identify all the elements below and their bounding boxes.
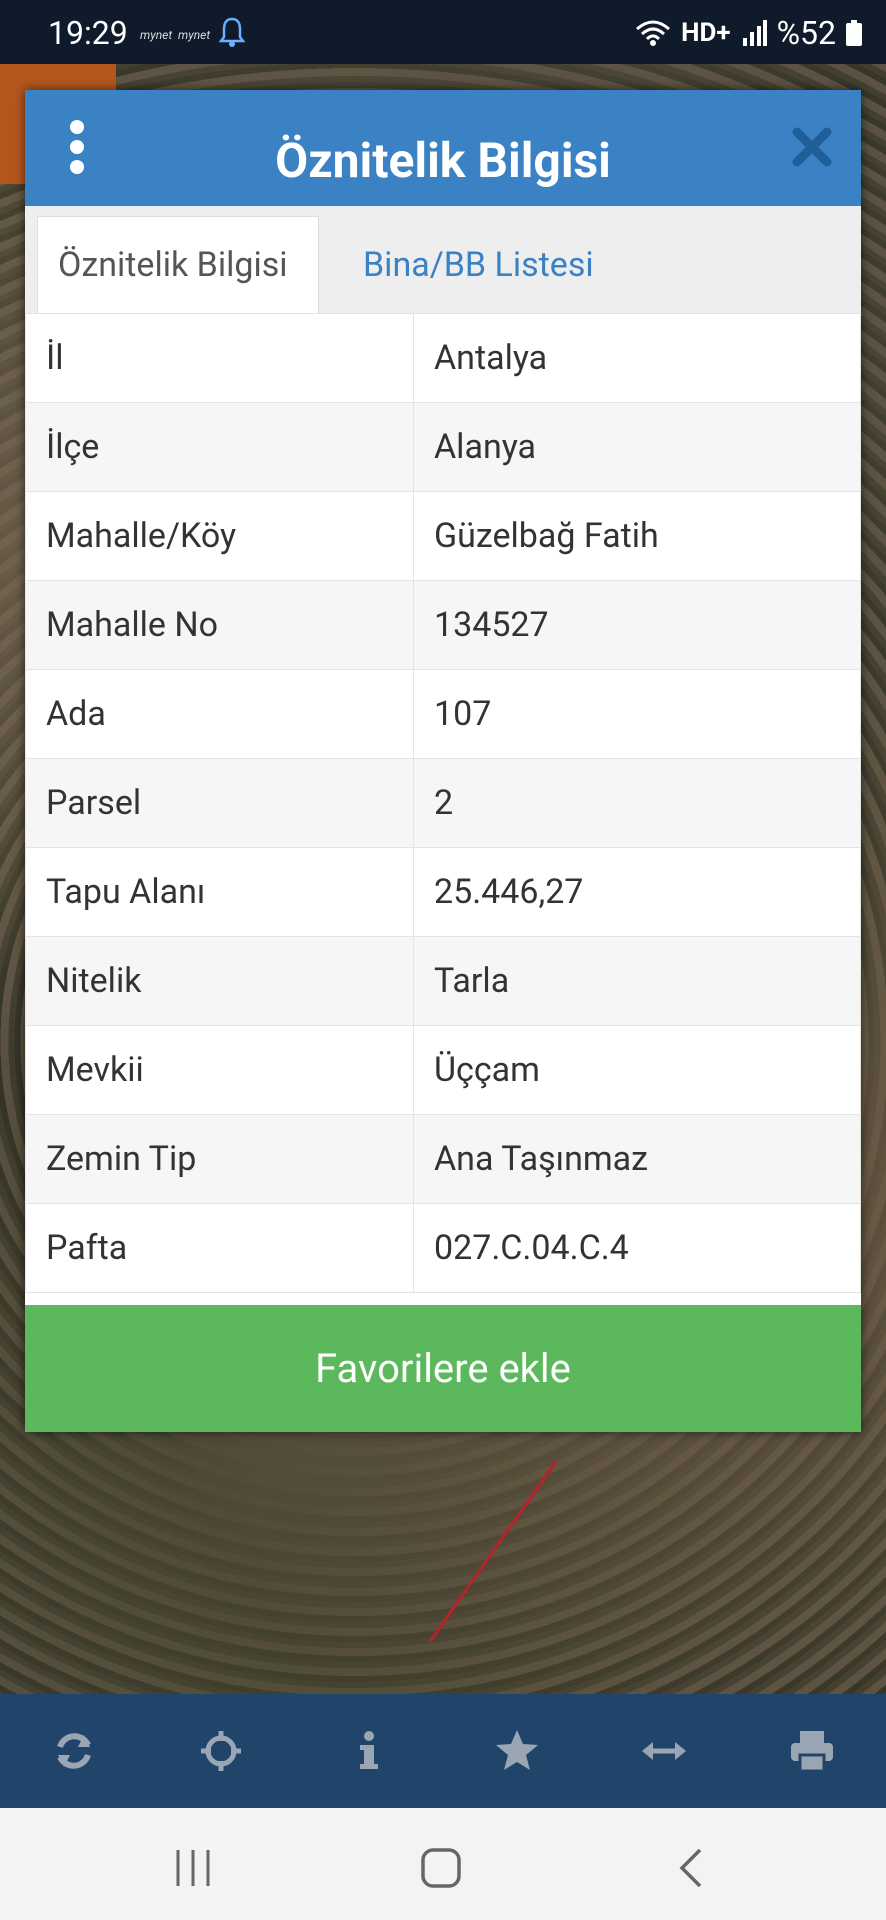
- attribute-info-dialog: Öznitelik Bilgisi Öznitelik Bilgisi Bina…: [25, 90, 861, 1432]
- attribute-value: Alanya: [413, 402, 861, 492]
- attribute-value: 107: [413, 669, 861, 759]
- battery-icon: [846, 20, 862, 46]
- attribute-key: Nitelik: [25, 936, 414, 1026]
- attribute-key: İlçe: [25, 402, 414, 492]
- home-icon[interactable]: [416, 1846, 466, 1890]
- table-row: Zemin Tip Ana Taşınmaz: [25, 1114, 861, 1204]
- dialog-header: Öznitelik Bilgisi: [25, 90, 861, 206]
- table-row: Pafta 027.C.04.C.4: [25, 1203, 861, 1293]
- attribute-key: Mahalle No: [25, 580, 414, 670]
- crosshair-icon[interactable]: [191, 1721, 251, 1781]
- attribute-key: Parsel: [25, 758, 414, 848]
- attribute-value: 134527: [413, 580, 861, 670]
- attribute-key: Mevkii: [25, 1025, 414, 1115]
- table-row: Ada 107: [25, 669, 861, 759]
- attribute-value: Tarla: [413, 936, 861, 1026]
- star-icon[interactable]: [487, 1721, 547, 1781]
- recent-apps-icon[interactable]: [168, 1846, 218, 1890]
- status-bar: 19:29 mynet mynet HD+ %52: [0, 0, 886, 64]
- attribute-key: Ada: [25, 669, 414, 759]
- table-row: Mahalle/Köy Güzelbağ Fatih: [25, 491, 861, 581]
- table-row: Nitelik Tarla: [25, 936, 861, 1026]
- mynet-notification-icon: mynet: [140, 28, 173, 42]
- table-row: İlçe Alanya: [25, 402, 861, 492]
- hd-voice-icon: HD+: [681, 18, 731, 48]
- attribute-table: İl Antalya İlçe Alanya Mahalle/Köy Güzelbağ F…: [25, 313, 861, 1293]
- attribute-value: 2: [413, 758, 861, 848]
- table-row: İl Antalya: [25, 313, 861, 403]
- info-icon[interactable]: [339, 1721, 399, 1781]
- map-toolbar: [0, 1694, 886, 1808]
- attribute-key: Pafta: [25, 1203, 414, 1293]
- signal-icon: [742, 20, 767, 46]
- table-row: Tapu Alanı 25.446,27: [25, 847, 861, 937]
- mynet-notification-icon: mynet: [178, 28, 211, 42]
- battery-percent: %52: [776, 14, 836, 52]
- attribute-value: 25.446,27: [413, 847, 861, 937]
- system-nav-bar: [0, 1808, 886, 1920]
- attribute-key: Mahalle/Köy: [25, 491, 414, 581]
- table-row: Mevkii Üççam: [25, 1025, 861, 1115]
- add-favorites-button[interactable]: Favorilere ekle: [25, 1305, 861, 1432]
- attribute-value: Güzelbağ Fatih: [413, 491, 861, 581]
- attribute-key: Zemin Tip: [25, 1114, 414, 1204]
- attribute-value: Üççam: [413, 1025, 861, 1115]
- bell-icon: [218, 17, 246, 47]
- measure-icon[interactable]: [634, 1721, 694, 1781]
- tab-building-list[interactable]: Bina/BB Listesi: [343, 216, 614, 313]
- status-time: 19:29: [48, 14, 128, 52]
- print-icon[interactable]: [782, 1721, 842, 1781]
- attribute-value: Ana Taşınmaz: [413, 1114, 861, 1204]
- dialog-tabs: Öznitelik Bilgisi Bina/BB Listesi: [25, 206, 861, 314]
- refresh-icon[interactable]: [44, 1721, 104, 1781]
- attribute-value: 027.C.04.C.4: [413, 1203, 861, 1293]
- table-row: Mahalle No 134527: [25, 580, 861, 670]
- close-icon[interactable]: [789, 124, 835, 170]
- tab-attribute-info[interactable]: Öznitelik Bilgisi: [37, 216, 319, 313]
- attribute-key: İl: [25, 313, 414, 403]
- wifi-icon: [636, 20, 671, 46]
- table-row: Parsel 2: [25, 758, 861, 848]
- attribute-key: Tapu Alanı: [25, 847, 414, 937]
- dialog-title: Öznitelik Bilgisi: [275, 132, 611, 189]
- attribute-value: Antalya: [413, 313, 861, 403]
- back-icon[interactable]: [668, 1846, 718, 1890]
